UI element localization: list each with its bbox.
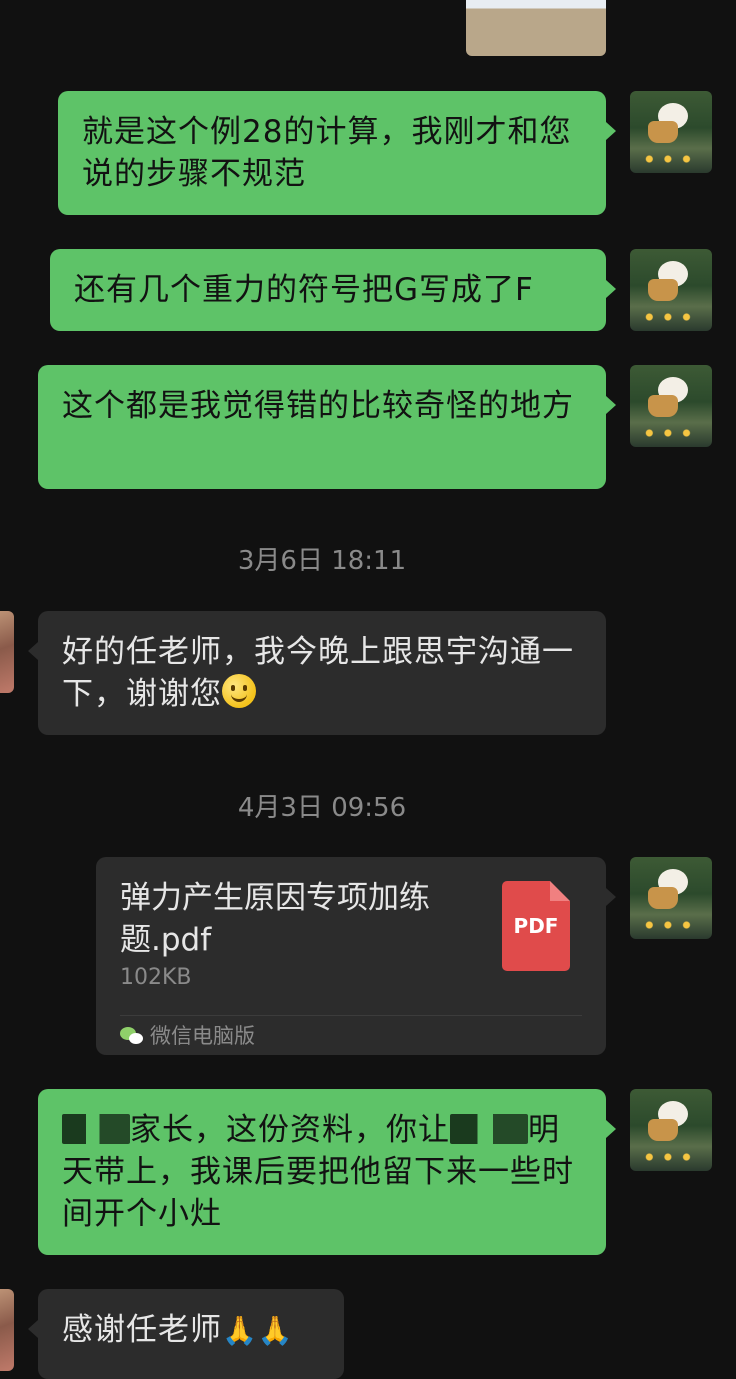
file-message-card[interactable]: 弹力产生原因专项加练题.pdf 102KB PDF 微信电脑版 (96, 857, 606, 1055)
pdf-file-icon: PDF (502, 881, 570, 971)
message-text: 这个都是我觉得错的比较奇怪的地方 (62, 388, 574, 424)
file-size: 102KB (120, 965, 192, 990)
image-message-thumbnail[interactable] (466, 0, 606, 56)
chat-timestamp: 4月3日 09:56 (237, 793, 407, 823)
bubble-tail (28, 1320, 38, 1338)
pdf-icon-label: PDF (513, 914, 559, 938)
my-message-bubble[interactable]: 这个都是我觉得错的比较奇怪的地方 (38, 365, 606, 489)
message-text: 感谢任老师 (62, 1312, 222, 1348)
folded-hands-emoji-icon: 🙏 (222, 1314, 258, 1347)
my-avatar[interactable] (630, 1089, 712, 1171)
bubble-tail (28, 642, 38, 660)
bubble-tail (606, 396, 616, 414)
file-source: 微信电脑版 (120, 1021, 255, 1051)
message-text: 就是这个例28的计算，我刚才和您说的步骤不规范 (82, 114, 572, 192)
chat-timestamp: 3月6日 18:11 (237, 546, 407, 576)
file-name: 弹力产生原因专项加练题.pdf (120, 880, 430, 958)
my-message-bubble[interactable]: 家长，这份资料，你让 明天带上，我课后要把他留下来一些时间开个小灶 (38, 1089, 606, 1255)
smiley-emoji-icon (222, 674, 256, 708)
folded-hands-emoji-icon: 🙏 (257, 1314, 294, 1347)
bubble-tail (606, 888, 616, 906)
my-avatar[interactable] (630, 91, 712, 173)
my-avatar[interactable] (630, 857, 712, 939)
file-source-label: 微信电脑版 (150, 1024, 255, 1048)
bubble-tail (606, 122, 616, 140)
my-message-bubble[interactable]: 就是这个例28的计算，我刚才和您说的步骤不规范 (58, 91, 606, 215)
bubble-tail (606, 280, 616, 298)
divider (120, 1015, 582, 1016)
redacted-name (62, 1114, 130, 1144)
contact-message-bubble[interactable]: 好的任老师，我今晚上跟思宇沟通一下，谢谢您 (38, 611, 606, 735)
contact-avatar[interactable] (0, 611, 14, 693)
message-text: 好的任老师，我今晚上跟思宇沟通一下，谢谢您 (62, 634, 574, 712)
pdf-corner-fold (550, 881, 570, 901)
my-avatar[interactable] (630, 365, 712, 447)
wechat-logo-icon (120, 1027, 144, 1045)
contact-avatar[interactable] (0, 1289, 14, 1371)
contact-message-bubble[interactable]: 感谢任老师🙏🙏 (38, 1289, 344, 1379)
redacted-name (450, 1114, 528, 1144)
my-avatar[interactable] (630, 249, 712, 331)
bubble-tail (606, 1120, 616, 1138)
message-text: 还有几个重力的符号把G写成了F (74, 272, 534, 308)
my-message-bubble[interactable]: 还有几个重力的符号把G写成了F (50, 249, 606, 331)
message-text: 家长，这份资料，你让 (130, 1112, 450, 1148)
